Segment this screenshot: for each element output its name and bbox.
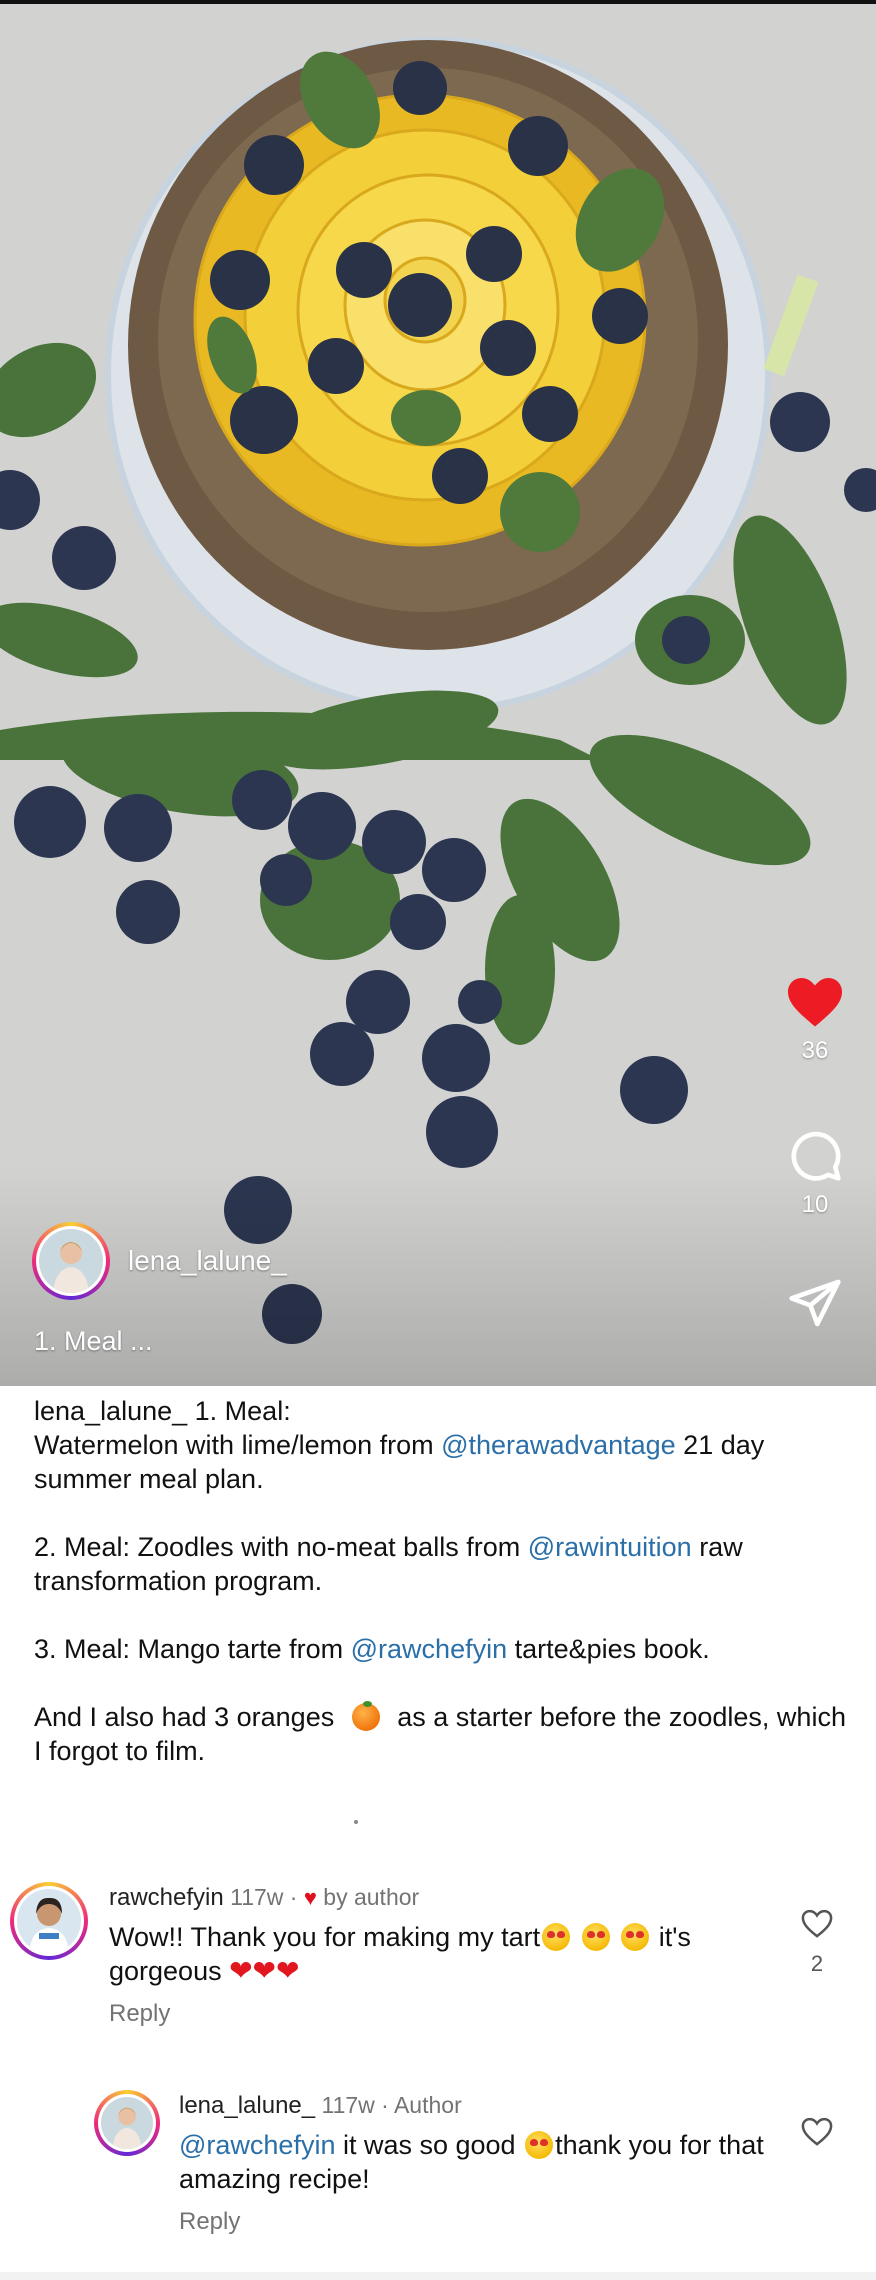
orange-emoji-icon	[351, 1701, 380, 1731]
post-owner-username[interactable]: lena_lalune_	[128, 1245, 287, 1277]
caption-text: 2. Meal: Zoodles with no-meat balls from	[34, 1532, 528, 1562]
heart-icon[interactable]	[785, 975, 845, 1029]
comment-text: @rawchefyin it was so good thank you for…	[179, 2128, 779, 2196]
mention-link[interactable]: @rawintuition	[528, 1532, 692, 1562]
comment-username[interactable]: rawchefyin	[109, 1884, 224, 1911]
reply-button[interactable]: Reply	[109, 2000, 789, 2028]
liked-heart-icon: ♥	[303, 1885, 317, 1910]
caption-preview[interactable]: 1. Meal ...	[34, 1326, 153, 1357]
caption-text: tarte&pies book.	[507, 1634, 710, 1664]
share-action[interactable]	[780, 1277, 850, 1329]
comment-body: rawchefyin 117w · ♥ by author Wow!! Than…	[109, 1884, 789, 2028]
caption-username[interactable]: lena_lalune_	[34, 1396, 187, 1426]
comment-count[interactable]: 10	[802, 1191, 829, 1219]
separator-dot	[354, 1820, 358, 1824]
post-owner[interactable]: lena_lalune_	[32, 1222, 287, 1300]
heart-eyes-emoji-icon	[581, 1923, 610, 1951]
caption-text: And I also had 3 oranges	[34, 1702, 342, 1732]
bottom-edge	[0, 2272, 876, 2280]
avatar	[101, 2097, 153, 2149]
comment-body: lena_lalune_ 117w · Author @rawchefyin i…	[179, 2092, 779, 2236]
caption-paragraph-4: And I also had 3 oranges as a starter be…	[34, 1700, 849, 1768]
comment-avatar-ring[interactable]	[10, 1882, 88, 1960]
comment-like[interactable]	[800, 2116, 834, 2147]
like-count[interactable]: 36	[802, 1037, 829, 1065]
comment-bubble-icon[interactable]	[787, 1127, 843, 1183]
heart-outline-icon[interactable]	[800, 2116, 834, 2147]
mention-link[interactable]: @therawadvantage	[441, 1430, 676, 1460]
caption-text: 1. Meal:	[194, 1396, 291, 1426]
avatar	[39, 1229, 103, 1293]
red-heart-emoji-icon: ❤❤❤	[229, 1955, 300, 1986]
meta-separator: ·	[374, 2092, 394, 2118]
post-caption: lena_lalune_ 1. Meal: Watermelon with li…	[34, 1394, 849, 1768]
comment-like[interactable]: 2	[800, 1908, 834, 1977]
reply-button[interactable]: Reply	[179, 2208, 779, 2236]
comment-username[interactable]: lena_lalune_	[179, 2092, 315, 2119]
like-action[interactable]: 36	[780, 975, 850, 1065]
comment-text: Wow!! Thank you for making my tart it's …	[109, 1920, 789, 1988]
avatar	[17, 1889, 81, 1953]
liked-by-author-badge: by author	[323, 1884, 420, 1910]
caption-text: 3. Meal: Mango tarte from	[34, 1634, 351, 1664]
comment-meta: lena_lalune_ 117w · Author	[179, 2092, 779, 2120]
comment-like-count: 2	[810, 1951, 824, 1976]
mention-link[interactable]: @rawchefyin	[179, 2130, 335, 2160]
meta-separator: ·	[283, 1884, 304, 1910]
comment-meta: rawchefyin 117w · ♥ by author	[109, 1884, 789, 1912]
mention-link[interactable]: @rawchefyin	[351, 1634, 507, 1664]
caption-paragraph-3: 3. Meal: Mango tarte from @rawchefyin ta…	[34, 1632, 849, 1666]
story-ring[interactable]	[32, 1222, 110, 1300]
heart-outline-icon[interactable]	[800, 1908, 834, 1939]
heart-eyes-emoji-icon	[621, 1923, 650, 1951]
comment-action[interactable]: 10	[780, 1127, 850, 1219]
comment-avatar-ring[interactable]	[94, 2090, 160, 2156]
caption-text: Watermelon with lime/lemon from	[34, 1430, 442, 1460]
comment-text-part: it was so good	[335, 2130, 524, 2160]
post-media[interactable]: 36 10 lena_lalune_ 1. Meal ...	[0, 0, 876, 1386]
heart-eyes-emoji-icon	[525, 2131, 554, 2159]
comment-text-part: Wow!! Thank you for making my tart	[109, 1922, 541, 1952]
author-badge: Author	[393, 2092, 462, 2118]
caption-paragraph-2: 2. Meal: Zoodles with no-meat balls from…	[34, 1530, 849, 1598]
paper-plane-icon[interactable]	[787, 1277, 843, 1329]
comment-age: 117w	[321, 2092, 375, 2118]
caption-paragraph-1: lena_lalune_ 1. Meal: Watermelon with li…	[34, 1394, 849, 1496]
heart-eyes-emoji-icon	[542, 1923, 571, 1951]
comment-age: 117w	[230, 1884, 284, 1910]
